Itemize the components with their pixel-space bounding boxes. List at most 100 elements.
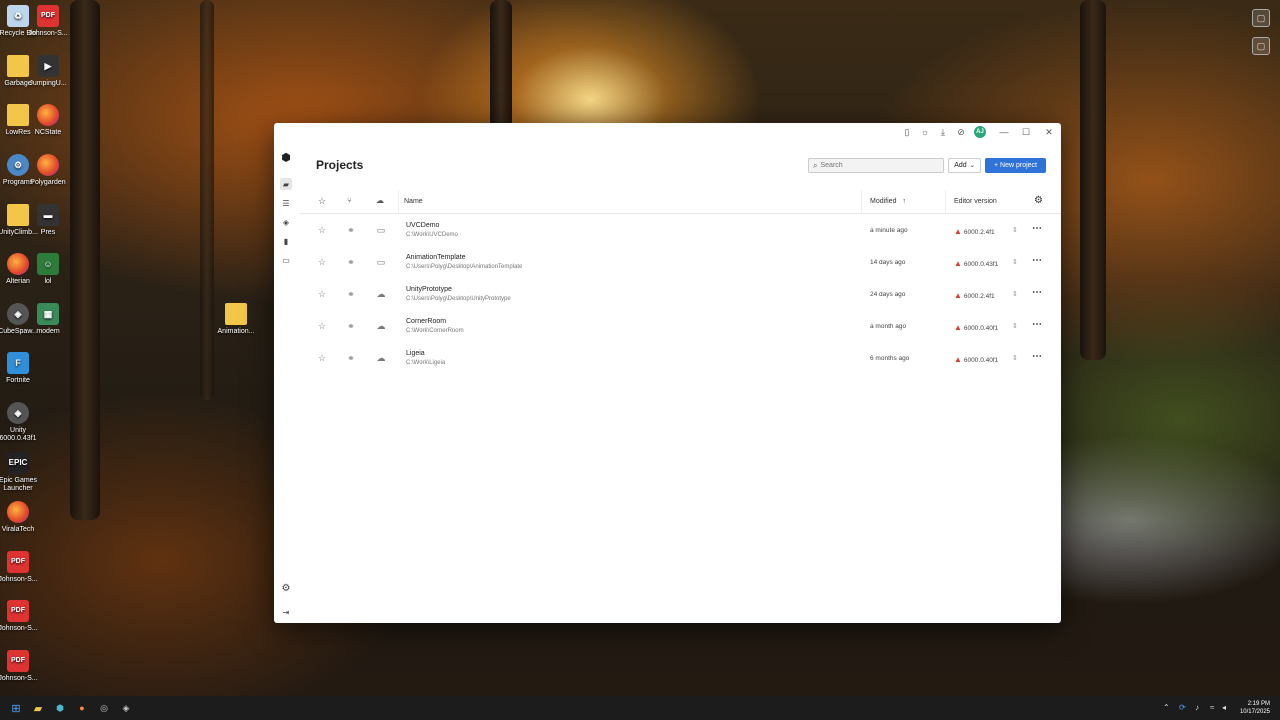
version-dropdown-icon[interactable]: ⇕	[1012, 354, 1018, 362]
pdf-icon: PDF	[7, 600, 29, 622]
desktop-icon[interactable]: PDF Johnson-S...	[0, 600, 42, 633]
cloud-column-icon[interactable]: ☁	[376, 196, 384, 205]
title-bar: ▯ ☼ ⤓ ⊘ AJ — ☐ ✕	[274, 123, 1061, 141]
desktop-icon-label: Unity 6000.0.43f1	[0, 427, 37, 442]
desktop-icon[interactable]: PDF Johnson-S...	[0, 650, 42, 683]
more-options-icon[interactable]: ⋯	[1032, 287, 1042, 298]
star-icon[interactable]: ☆	[317, 257, 327, 267]
star-icon[interactable]: ☆	[317, 289, 327, 299]
more-options-icon[interactable]: ⋯	[1032, 319, 1042, 330]
link-icon[interactable]: ⚭	[346, 353, 356, 363]
desktop-icon[interactable]: PDF Johnson-S...	[0, 551, 42, 584]
cloud-icon[interactable]: ☁	[376, 353, 386, 363]
overlay-button[interactable]: ▢	[1252, 9, 1270, 27]
unity-hub-taskbar-icon[interactable]: ⬢	[53, 701, 67, 715]
desktop-icon[interactable]: PDF Johnson-S...	[24, 5, 72, 38]
search-input[interactable]: ⌕	[808, 158, 944, 173]
desktop-icon[interactable]: Animation...	[212, 303, 260, 336]
star-icon[interactable]: ☆	[317, 321, 327, 331]
star-column-icon[interactable]: ☆	[318, 196, 326, 207]
unity-icon[interactable]: ◈	[119, 701, 133, 715]
more-options-icon[interactable]: ⋯	[1032, 223, 1042, 234]
overlay-button[interactable]: ▢	[1252, 37, 1270, 55]
version-label: 6000.0.40f1	[963, 357, 999, 364]
file-explorer-icon[interactable]: ▰	[31, 701, 45, 715]
installs-icon[interactable]: ☰	[280, 197, 292, 209]
gear-icon[interactable]: ⚙	[280, 582, 292, 594]
project-version[interactable]: ▲ 6000.2.4f1	[954, 291, 995, 300]
project-version[interactable]: ▲ 6000.0.43f1	[954, 259, 998, 268]
project-row[interactable]: ☆ ⚭ ▭ AnimationTemplate C:\Users\Polyg\Deskt…	[300, 247, 1061, 279]
clock[interactable]: 2:19 PM 10/17/2025	[1240, 700, 1270, 716]
projects-icon[interactable]: ▰	[280, 178, 292, 190]
project-row[interactable]: ☆ ⚭ ☁ UnityPrototype C:\Users\Polyg\Desktop\…	[300, 279, 1061, 311]
link-icon[interactable]: ⚭	[346, 289, 356, 299]
community-icon[interactable]: ▮	[280, 235, 292, 247]
desktop-icon[interactable]: F Fortnite	[0, 352, 42, 385]
cloud-icon[interactable]: ☁	[376, 321, 386, 331]
tree-trunk	[1080, 0, 1106, 360]
download-icon[interactable]: ⤓	[937, 126, 949, 138]
video-icon: ▶	[37, 55, 59, 77]
search-field[interactable]	[820, 162, 931, 169]
desktop-icon[interactable]: ◈ Unity 6000.0.43f1	[0, 402, 42, 443]
branch-column-icon[interactable]: ⑂	[347, 196, 352, 205]
clock-time: 2:19 PM	[1247, 701, 1270, 707]
project-version[interactable]: ▲ 6000.0.40f1	[954, 355, 998, 364]
star-icon[interactable]: ☆	[317, 353, 327, 363]
desktop-icon[interactable]: NCState	[24, 104, 72, 137]
gear-icon[interactable]: ⚙	[1034, 195, 1043, 206]
sun-icon[interactable]: ☼	[919, 126, 931, 138]
maximize-button[interactable]: ☐	[1020, 126, 1032, 138]
more-options-icon[interactable]: ⋯	[1032, 351, 1042, 362]
version-dropdown-icon[interactable]: ⇕	[1012, 290, 1018, 298]
close-button[interactable]: ✕	[1043, 126, 1055, 138]
desktop-icon[interactable]: ▦ modem	[24, 303, 72, 336]
desktop-icon-label: Fortnite	[6, 377, 30, 384]
app-icon[interactable]: ◎	[97, 701, 111, 715]
desktop-icon[interactable]: ▶ JumpingU...	[24, 55, 72, 88]
volume-icon[interactable]: ◂	[1222, 703, 1226, 712]
collapse-icon[interactable]: ⇥	[280, 606, 292, 618]
assets-icon[interactable]: ▭	[280, 254, 292, 266]
link-icon[interactable]: ⚭	[346, 225, 356, 235]
project-row[interactable]: ☆ ⚭ ☁ Ligeia C:\Work\Ligeia 6 months ago ▲ 6000…	[300, 343, 1061, 375]
chevron-up-icon[interactable]: ⌃	[1163, 703, 1170, 712]
learn-icon[interactable]: ◈	[280, 216, 292, 228]
desktop-icon[interactable]: ViralaTech	[0, 501, 42, 534]
project-row[interactable]: ☆ ⚭ ▭ UVCDemo C:\Work\UVCDemo a minute ago ▲ 60…	[300, 215, 1061, 247]
project-version[interactable]: ▲ 6000.0.40f1	[954, 323, 998, 332]
cloud-icon[interactable]: ☁	[376, 289, 386, 299]
book-icon[interactable]: ▯	[901, 126, 913, 138]
sync-icon[interactable]: ⟳	[1179, 703, 1186, 712]
start-icon[interactable]: ⊞	[9, 701, 23, 715]
desktop-icon[interactable]: ☺ lol	[24, 253, 72, 286]
version-dropdown-icon[interactable]: ⇕	[1012, 322, 1018, 330]
project-version[interactable]: ▲ 6000.2.4f1	[954, 227, 995, 236]
minimize-button[interactable]: —	[998, 126, 1010, 138]
taskbar: ⊞ ▰ ⬢ ● ◎ ◈ ⌃ ⟳ ♪ ≈ ◂ 2:19 PM 10/17/2025	[0, 696, 1280, 720]
more-options-icon[interactable]: ⋯	[1032, 255, 1042, 266]
version-dropdown-icon[interactable]: ⇕	[1012, 226, 1018, 234]
column-name[interactable]: Name	[404, 198, 423, 205]
device-icon[interactable]: ▭	[376, 257, 386, 267]
star-icon[interactable]: ☆	[317, 225, 327, 235]
add-button[interactable]: Add ⌄	[948, 158, 981, 173]
mic-icon[interactable]: ♪	[1195, 703, 1199, 712]
desktop-icon[interactable]: EPIC Epic Games Launcher	[0, 452, 42, 493]
warning-icon: ▲	[954, 323, 962, 332]
device-icon[interactable]: ▭	[376, 225, 386, 235]
column-version[interactable]: Editor version	[954, 198, 997, 205]
firefox-icon[interactable]: ●	[75, 701, 89, 715]
link-icon[interactable]: ⚭	[346, 321, 356, 331]
link-icon[interactable]: ⚭	[346, 257, 356, 267]
new-project-button[interactable]: + New project	[985, 158, 1046, 173]
avatar[interactable]: AJ	[974, 126, 986, 138]
bell-off-icon[interactable]: ⊘	[955, 126, 967, 138]
version-dropdown-icon[interactable]: ⇕	[1012, 258, 1018, 266]
wifi-icon[interactable]: ≈	[1210, 703, 1214, 712]
desktop-icon[interactable]: Polygarden	[24, 154, 72, 187]
desktop-icon[interactable]: ▬ Pres	[24, 204, 72, 237]
column-modified[interactable]: Modified ↑	[870, 198, 906, 205]
project-row[interactable]: ☆ ⚭ ☁ CornerRoom C:\Work\CornerRoom a month a…	[300, 311, 1061, 343]
